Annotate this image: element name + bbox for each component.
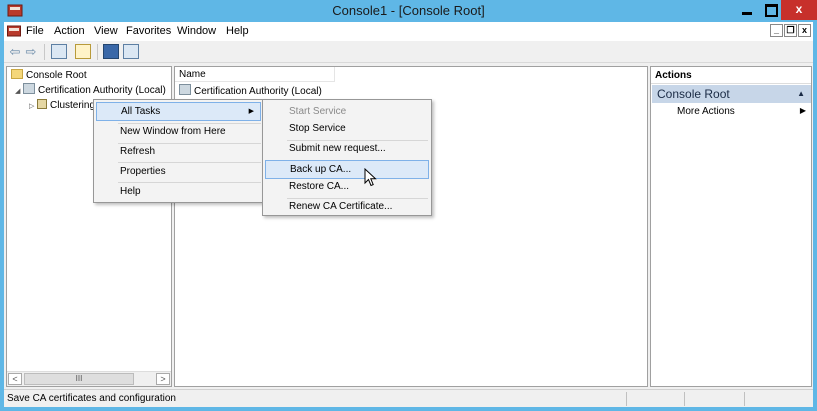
tree-item-label: Clustering bbox=[50, 100, 96, 111]
window-title: Console1 - [Console Root] bbox=[332, 3, 485, 18]
menu-help[interactable]: Help bbox=[226, 25, 249, 37]
toolbar-separator bbox=[44, 44, 45, 60]
menu-window[interactable]: Window bbox=[177, 25, 216, 37]
mdi-close-button[interactable]: x bbox=[798, 24, 811, 37]
mdi-minimize-button[interactable]: _ bbox=[770, 24, 783, 37]
status-divider bbox=[744, 392, 745, 406]
list-item-label: Certification Authority (Local) bbox=[194, 86, 322, 97]
mmc-window: Console1 - [Console Root] x File Action … bbox=[0, 0, 817, 411]
list-item[interactable]: Certification Authority (Local) bbox=[179, 84, 322, 99]
back-arrow-icon[interactable]: ⇦ bbox=[7, 44, 23, 59]
show-hide-tree-icon[interactable] bbox=[51, 44, 67, 59]
actions-section-label: Console Root bbox=[657, 87, 730, 101]
column-header-name[interactable]: Name bbox=[175, 67, 335, 82]
ctx-all-tasks[interactable]: All Tasks ▶ bbox=[96, 102, 261, 121]
ca-server-icon bbox=[37, 99, 47, 109]
export-list-icon[interactable] bbox=[75, 44, 91, 59]
show-hide-action-pane-icon[interactable] bbox=[123, 44, 139, 59]
menu-file[interactable]: File bbox=[26, 25, 44, 37]
toolbar: ⇦ ⇨ bbox=[4, 41, 813, 63]
mouse-pointer-icon bbox=[364, 168, 377, 187]
collapse-caret-icon[interactable]: ▲ bbox=[797, 85, 805, 103]
maximize-button[interactable] bbox=[759, 0, 781, 20]
submenu-stop-service[interactable]: Stop Service bbox=[265, 119, 429, 138]
ctx-new-window-from-here[interactable]: New Window from Here bbox=[96, 122, 261, 141]
status-bar: Save CA certificates and configuration bbox=[4, 389, 813, 407]
tree-item-console-root[interactable]: Console Root bbox=[11, 68, 87, 83]
submenu-arrow-icon: ▶ bbox=[799, 106, 806, 115]
context-menu: All Tasks ▶ New Window from Here Refresh… bbox=[93, 99, 264, 203]
submenu-submit-new-request[interactable]: Submit new request... bbox=[265, 139, 429, 158]
menu-action[interactable]: Action bbox=[54, 25, 85, 37]
scroll-thumb[interactable]: III bbox=[24, 373, 134, 385]
tree-horizontal-scrollbar[interactable]: < III > bbox=[7, 371, 171, 386]
actions-header: Actions bbox=[651, 67, 811, 84]
submenu-restore-ca[interactable]: Restore CA... bbox=[265, 177, 429, 196]
menu-favorites[interactable]: Favorites bbox=[126, 25, 171, 37]
console-icon[interactable] bbox=[7, 25, 21, 37]
collapse-triangle-icon[interactable]: ◢ bbox=[15, 84, 23, 99]
title-bar[interactable]: Console1 - [Console Root] x bbox=[0, 0, 817, 22]
status-text: Save CA certificates and configuration bbox=[7, 393, 176, 404]
actions-section-console-root[interactable]: Console Root ▲ bbox=[652, 85, 811, 103]
ctx-properties[interactable]: Properties bbox=[96, 162, 261, 181]
all-tasks-submenu: Start Service Stop Service Submit new re… bbox=[262, 99, 432, 216]
menu-view[interactable]: View bbox=[94, 25, 118, 37]
toolbar-separator bbox=[97, 44, 98, 60]
submenu-renew-ca-certificate[interactable]: Renew CA Certificate... bbox=[265, 197, 429, 216]
forward-arrow-icon[interactable]: ⇨ bbox=[23, 44, 39, 59]
certification-authority-icon bbox=[179, 84, 191, 95]
mdi-controls: _ ❐ x bbox=[770, 24, 811, 37]
expand-triangle-icon[interactable]: ▷ bbox=[29, 99, 37, 114]
scroll-right-button[interactable]: > bbox=[156, 373, 170, 385]
close-button[interactable]: x bbox=[781, 0, 817, 20]
tree-item-certification-authority[interactable]: ◢ Certification Authority (Local) bbox=[15, 83, 166, 98]
more-actions-link[interactable]: More Actions bbox=[677, 106, 735, 117]
scroll-left-button[interactable]: < bbox=[8, 373, 22, 385]
status-divider bbox=[626, 392, 627, 406]
certification-authority-icon bbox=[23, 83, 35, 94]
folder-icon bbox=[11, 69, 23, 79]
tree-item-clustering[interactable]: ▷ Clustering bbox=[29, 98, 95, 113]
ctx-refresh[interactable]: Refresh bbox=[96, 142, 261, 161]
status-divider bbox=[684, 392, 685, 406]
menu-bar: File Action View Favorites Window Help _… bbox=[4, 22, 813, 41]
tree-item-label: Console Root bbox=[26, 70, 87, 81]
minimize-button[interactable] bbox=[735, 0, 759, 20]
help-icon[interactable] bbox=[103, 44, 119, 59]
mdi-restore-button[interactable]: ❐ bbox=[784, 24, 797, 37]
ctx-help[interactable]: Help bbox=[96, 182, 261, 201]
submenu-arrow-icon: ▶ bbox=[248, 108, 254, 115]
tree-item-label: Certification Authority (Local) bbox=[38, 85, 166, 96]
ctx-item-label: All Tasks bbox=[121, 106, 161, 117]
actions-pane: Actions Console Root ▲ More Actions ▶ bbox=[650, 66, 812, 387]
